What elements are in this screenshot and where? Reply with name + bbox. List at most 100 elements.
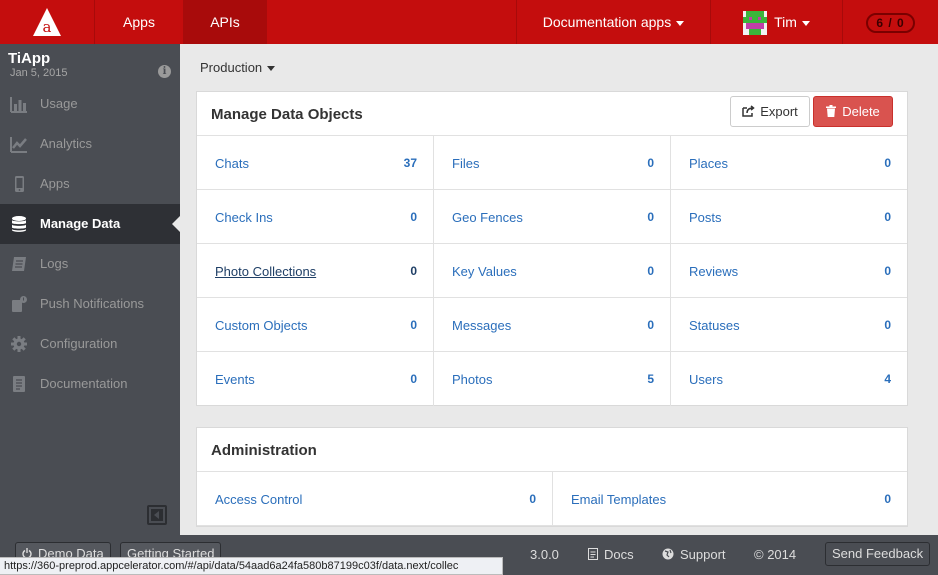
- data-object-statuses[interactable]: Statuses 0: [671, 298, 907, 352]
- data-object-count: 0: [647, 318, 654, 332]
- nav-apps-label: Apps: [123, 14, 155, 30]
- data-object-label[interactable]: Reviews: [689, 264, 738, 279]
- user-menu[interactable]: Tim: [710, 0, 842, 44]
- trash-icon: [826, 105, 837, 117]
- logo-icon: a: [33, 8, 61, 36]
- data-object-count: 0: [884, 156, 891, 170]
- data-object-custom-objects[interactable]: Custom Objects 0: [197, 298, 434, 352]
- data-object-label[interactable]: Key Values: [452, 264, 517, 279]
- data-object-count: 4: [884, 372, 891, 386]
- data-object-count: 0: [410, 318, 417, 332]
- data-object-label[interactable]: Files: [452, 156, 479, 171]
- data-object-label[interactable]: Statuses: [689, 318, 740, 333]
- chevron-down-icon: [267, 66, 276, 72]
- data-object-label[interactable]: Custom Objects: [215, 318, 307, 333]
- chevron-left-icon: [151, 509, 163, 521]
- data-object-messages[interactable]: Messages 0: [434, 298, 671, 352]
- data-object-check-ins[interactable]: Check Ins 0: [197, 190, 434, 244]
- data-object-label[interactable]: Check Ins: [215, 210, 273, 225]
- bar-chart-icon: [10, 97, 27, 113]
- support-link[interactable]: Support: [662, 547, 726, 562]
- data-object-label[interactable]: Posts: [689, 210, 722, 225]
- data-object-count: 0: [884, 210, 891, 224]
- data-object-posts[interactable]: Posts 0: [671, 190, 907, 244]
- panel-title: Manage Data Objects: [211, 106, 363, 123]
- avatar: [743, 11, 768, 36]
- collapse-sidebar-icon[interactable]: [147, 505, 167, 525]
- data-object-count: 0: [410, 372, 417, 386]
- environment-label: Production: [200, 60, 263, 75]
- chevron-down-icon: [676, 20, 685, 26]
- logs-icon: [12, 257, 26, 271]
- sidebar-item-push-notifications[interactable]: Push Notifications: [0, 284, 180, 324]
- status-bar-url: https://360-preprod.appcelerator.com/#/a…: [0, 557, 503, 575]
- panel-header: Administration: [197, 428, 907, 472]
- data-object-label[interactable]: Users: [689, 372, 723, 387]
- sidebar-item-label: Logs: [40, 256, 69, 271]
- line-chart-icon: [10, 137, 27, 153]
- data-object-label[interactable]: Geo Fences: [452, 210, 523, 225]
- sidebar-item-documentation[interactable]: Documentation: [0, 364, 180, 404]
- admin-item-count: 0: [884, 492, 891, 506]
- data-object-label[interactable]: Places: [689, 156, 728, 171]
- data-object-label[interactable]: Events: [215, 372, 255, 387]
- data-object-count: 0: [410, 264, 417, 278]
- nav-apis[interactable]: APIs: [183, 0, 267, 44]
- data-object-key-values[interactable]: Key Values 0: [434, 244, 671, 298]
- data-object-users[interactable]: Users 4: [671, 352, 907, 406]
- data-object-count: 5: [647, 372, 654, 386]
- data-object-chats[interactable]: Chats 37: [197, 136, 434, 190]
- app-name: TiApp: [8, 50, 51, 67]
- support-label: Support: [680, 547, 726, 562]
- sidebar-item-label: Push Notifications: [40, 296, 145, 311]
- database-icon: [12, 216, 26, 232]
- document-icon: [588, 548, 598, 560]
- nav-apps[interactable]: Apps: [95, 0, 183, 44]
- data-object-files[interactable]: Files 0: [434, 136, 671, 190]
- delete-label: Delete: [842, 104, 880, 119]
- admin-item-access-control[interactable]: Access Control 0: [197, 472, 553, 526]
- sidebar-item-usage[interactable]: Usage: [0, 84, 180, 124]
- sidebar: TiApp Jan 5, 2015 i Usage Analytics Apps…: [0, 44, 180, 535]
- data-object-places[interactable]: Places 0: [671, 136, 907, 190]
- globe-icon: [662, 548, 674, 560]
- data-object-count: 0: [647, 156, 654, 170]
- info-icon[interactable]: i: [158, 65, 171, 78]
- data-object-label[interactable]: Chats: [215, 156, 249, 171]
- user-name: Tim: [774, 14, 797, 30]
- gear-icon: [11, 336, 27, 352]
- appcelerator-logo[interactable]: a: [0, 0, 95, 44]
- document-icon: [13, 376, 25, 392]
- notification-counter[interactable]: 6 / 0: [842, 0, 938, 44]
- data-object-geo-fences[interactable]: Geo Fences 0: [434, 190, 671, 244]
- documentation-apps-label: Documentation apps: [542, 14, 672, 30]
- docs-label: Docs: [604, 547, 634, 562]
- sidebar-item-label: Usage: [40, 96, 78, 111]
- chevron-down-icon: [801, 20, 810, 26]
- sidebar-item-apps[interactable]: Apps: [0, 164, 180, 204]
- admin-item-email-templates[interactable]: Email Templates 0: [553, 472, 907, 526]
- send-feedback-button[interactable]: Send Feedback: [825, 542, 931, 566]
- delete-button[interactable]: Delete: [813, 96, 893, 127]
- data-object-label[interactable]: Photo Collections: [215, 264, 316, 279]
- data-object-events[interactable]: Events 0: [197, 352, 434, 406]
- data-object-photos[interactable]: Photos 5: [434, 352, 671, 406]
- sidebar-item-logs[interactable]: Logs: [0, 244, 180, 284]
- sidebar-item-label: Configuration: [40, 336, 118, 351]
- data-object-label[interactable]: Photos: [452, 372, 492, 387]
- data-object-reviews[interactable]: Reviews 0: [671, 244, 907, 298]
- data-object-label[interactable]: Messages: [452, 318, 511, 333]
- documentation-apps-dropdown[interactable]: Documentation apps: [516, 0, 710, 44]
- environment-dropdown[interactable]: Production: [200, 60, 276, 75]
- docs-link[interactable]: Docs: [588, 547, 634, 562]
- data-object-count: 0: [884, 264, 891, 278]
- sidebar-item-analytics[interactable]: Analytics: [0, 124, 180, 164]
- data-object-count: 37: [403, 156, 417, 170]
- sidebar-item-configuration[interactable]: Configuration: [0, 324, 180, 364]
- data-object-photo-collections[interactable]: Photo Collections 0: [197, 244, 434, 298]
- admin-item-count: 0: [529, 492, 536, 506]
- export-label: Export: [760, 104, 798, 119]
- export-button[interactable]: Export: [730, 96, 810, 127]
- sidebar-item-manage-data[interactable]: Manage Data: [0, 204, 180, 244]
- app-date: Jan 5, 2015: [10, 67, 68, 79]
